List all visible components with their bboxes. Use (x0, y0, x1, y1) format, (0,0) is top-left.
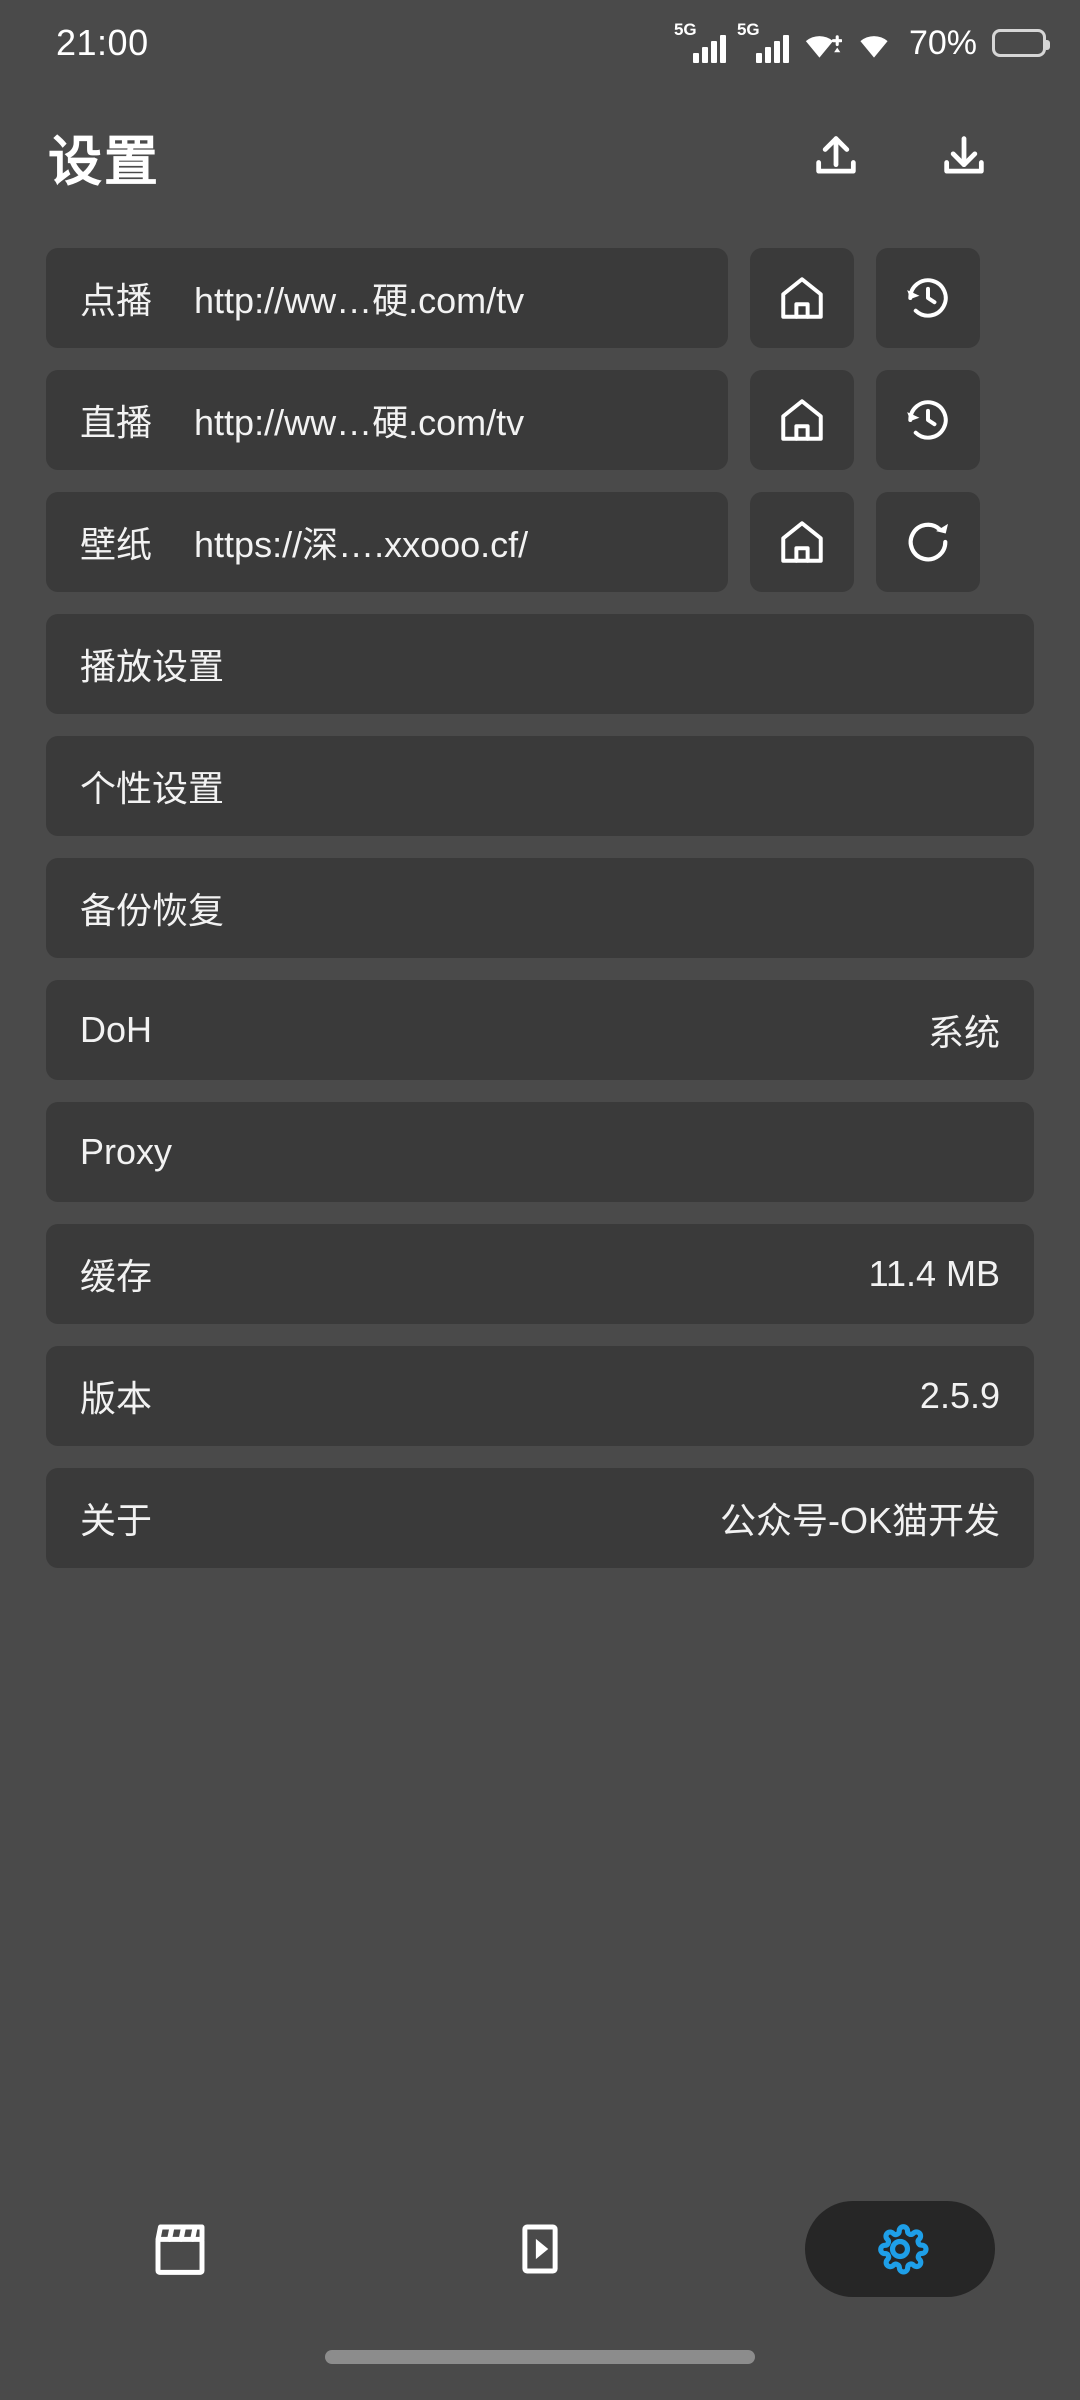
settings-row-vod: 点播 http://ww…硬.com/tv (46, 248, 1034, 348)
signal-5g-icon: 5G (737, 21, 789, 63)
wallpaper-refresh-button[interactable] (876, 492, 980, 592)
bottom-navigation (0, 2184, 1080, 2314)
settings-row-about[interactable]: 关于 公众号-OK猫开发 (46, 1468, 1034, 1568)
wallpaper-url-field[interactable]: 壁纸 https://深….xxooo.cf/ (46, 492, 728, 592)
settings-row-cache[interactable]: 缓存 11.4 MB (46, 1224, 1034, 1324)
history-icon (907, 400, 948, 440)
vod-home-button[interactable] (750, 248, 854, 348)
settings-row-playback[interactable]: 播放设置 (46, 614, 1034, 714)
import-button[interactable] (928, 120, 1000, 192)
about-label: 关于 (80, 1500, 153, 1541)
version-label: 版本 (80, 1378, 153, 1419)
wallpaper-url-value: https://深….xxooo.cf/ (194, 524, 529, 565)
live-history-button[interactable] (876, 370, 980, 470)
settings-row-wallpaper: 壁纸 https://深….xxooo.cf/ (46, 492, 1034, 592)
export-button[interactable] (800, 120, 872, 192)
live-home-button[interactable] (750, 370, 854, 470)
cache-label: 缓存 (80, 1256, 153, 1297)
nav-live[interactable] (360, 2216, 720, 2282)
wallpaper-home-button[interactable] (750, 492, 854, 592)
gesture-home-indicator[interactable] (325, 2350, 755, 2364)
header-actions (800, 120, 1032, 192)
nav-settings[interactable] (720, 2201, 1080, 2297)
status-time: 21:00 (56, 22, 149, 63)
upload-icon (816, 136, 856, 174)
playback-label: 播放设置 (80, 646, 225, 687)
history-icon (907, 278, 948, 318)
clapperboard-icon (155, 2224, 205, 2275)
settings-row-live: 直播 http://ww…硬.com/tv (46, 370, 1034, 470)
download-icon (944, 136, 984, 174)
battery-percent: 70% (908, 23, 977, 62)
wifi-data-icon (805, 35, 842, 58)
home-icon (781, 399, 823, 441)
play-rectangle-icon (522, 2224, 558, 2274)
live-url-value: http://ww…硬.com/tv (194, 402, 525, 443)
nav-vod[interactable] (0, 2216, 360, 2282)
about-value: 公众号-OK猫开发 (719, 1500, 1000, 1541)
settings-row-doh[interactable]: DoH 系统 (46, 980, 1034, 1080)
proxy-label: Proxy (80, 1131, 173, 1172)
settings-list: 点播 http://ww…硬.com/tv 直播 http://ww…硬.com… (0, 226, 1080, 1568)
nav-settings-active-pill (805, 2201, 995, 2297)
battery-icon (992, 29, 1050, 57)
signal-5g-icon: 5G (674, 21, 726, 63)
page-title: 设置 (48, 131, 160, 192)
page-header: 设置 (0, 86, 1080, 226)
vod-url-value: http://ww…硬.com/tv (194, 280, 525, 321)
home-icon (781, 521, 823, 563)
doh-label: DoH (80, 1009, 153, 1050)
status-icons: 5G 5G 70% (674, 21, 1050, 63)
version-value: 2.5.9 (919, 1375, 1000, 1416)
settings-row-backup-restore[interactable]: 备份恢复 (46, 858, 1034, 958)
live-label: 直播 (80, 402, 153, 443)
wifi-icon (860, 36, 888, 58)
settings-row-version[interactable]: 版本 2.5.9 (46, 1346, 1034, 1446)
status-bar: 21:00 5G 5G 70% (0, 0, 1080, 86)
settings-row-personalization[interactable]: 个性设置 (46, 736, 1034, 836)
backup-restore-label: 备份恢复 (80, 890, 225, 931)
wallpaper-label: 壁纸 (80, 524, 153, 565)
live-url-field[interactable]: 直播 http://ww…硬.com/tv (46, 370, 728, 470)
settings-row-proxy[interactable]: Proxy (46, 1102, 1034, 1202)
personalization-label: 个性设置 (80, 768, 225, 809)
doh-value: 系统 (927, 1012, 1000, 1053)
home-icon (781, 277, 823, 319)
gear-icon (878, 2224, 929, 2275)
refresh-icon (908, 522, 948, 562)
vod-url-field[interactable]: 点播 http://ww…硬.com/tv (46, 248, 728, 348)
vod-history-button[interactable] (876, 248, 980, 348)
cache-value: 11.4 MB (868, 1253, 1000, 1294)
vod-label: 点播 (80, 280, 153, 321)
